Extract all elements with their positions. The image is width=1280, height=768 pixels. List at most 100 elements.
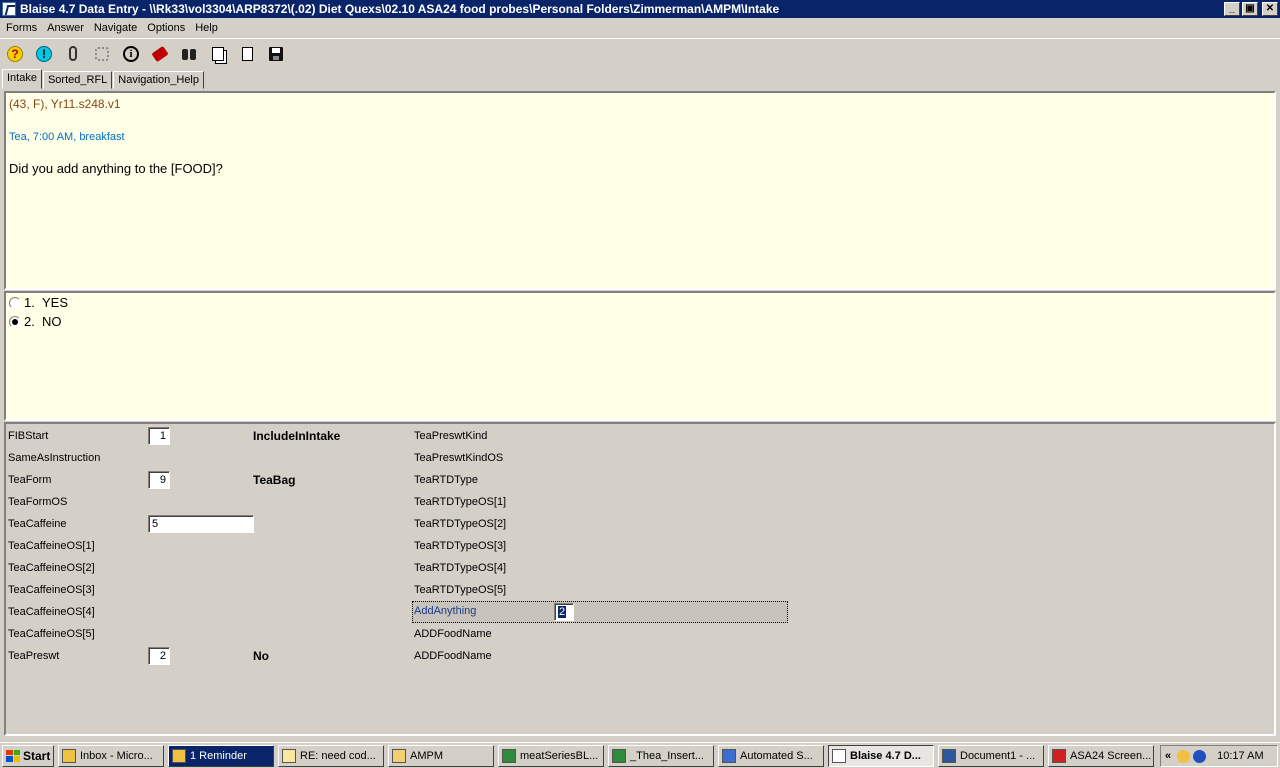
menu-forms[interactable]: Forms: [2, 22, 43, 34]
menu-answer[interactable]: Answer: [43, 22, 90, 34]
task-label: RE: need cod...: [300, 749, 376, 762]
floppy-disk-icon: [269, 46, 283, 61]
new-document-icon: [241, 46, 253, 61]
teaform-description: TeaBag: [253, 473, 296, 487]
task-pdf[interactable]: ASA24 Screen...: [1048, 744, 1154, 767]
taskbar: Start Inbox - Micro... 1 Reminder RE: ne…: [0, 742, 1280, 768]
pdf-icon: [1052, 748, 1066, 763]
browser-icon: [722, 748, 736, 763]
folder-icon: [392, 748, 406, 763]
active-field-label: AddAnything: [414, 605, 477, 617]
food-context: Tea, 7:00 AM, breakfast: [9, 131, 125, 143]
toolbar: ? ! i: [0, 38, 1280, 68]
task-blaise[interactable]: Blaise 4.7 D...: [828, 744, 934, 767]
find-button[interactable]: [178, 43, 200, 65]
disabled-tool-icon: [95, 46, 109, 61]
question-panel: (43, F), Yr11.s248.v1 Tea, 7:00 AM, brea…: [4, 91, 1276, 290]
lookup-button[interactable]: [91, 43, 113, 65]
teaform-value[interactable]: 9: [148, 471, 170, 489]
minimize-button[interactable]: _: [1224, 2, 1240, 16]
field-label: TeaCaffeineOS[2]: [8, 562, 95, 574]
new-form-button[interactable]: [236, 43, 258, 65]
addanything-input[interactable]: 2: [554, 603, 574, 621]
tray-outlook-icon[interactable]: [1177, 749, 1191, 763]
task-word[interactable]: Document1 - ...: [938, 744, 1044, 767]
field-label: TeaRTDTypeOS[3]: [414, 540, 507, 552]
field-label: TeaRTDType: [414, 474, 478, 486]
windows-logo-icon: [6, 749, 20, 762]
page-tabs: Intake Sorted_RFL Navigation_Help: [2, 69, 205, 89]
info-button[interactable]: i: [120, 43, 142, 65]
task-label: ASA24 Screen...: [1070, 749, 1152, 762]
close-button[interactable]: ✕: [1262, 2, 1278, 16]
title-bar[interactable]: Blaise 4.7 Data Entry - \\Rk33\vol3304\A…: [0, 0, 1280, 18]
bell-icon: [172, 748, 186, 763]
fibstart-description: IncludeInIntake: [253, 429, 341, 443]
mail-icon: [282, 748, 296, 763]
option-number: 1.: [24, 295, 35, 310]
clock: 10:17 AM: [1217, 750, 1264, 762]
exclamation-icon: !: [36, 45, 52, 62]
window-title: Blaise 4.7 Data Entry - \\Rk33\vol3304\A…: [20, 2, 780, 16]
start-button[interactable]: Start: [2, 744, 54, 767]
task-ampm-folder[interactable]: AMPM: [388, 744, 494, 767]
task-label: Automated S...: [740, 749, 813, 762]
tag-icon: [151, 45, 169, 62]
task-browser[interactable]: Automated S...: [718, 744, 824, 767]
option-yes[interactable]: 1. YES: [9, 295, 68, 310]
field-label: TeaCaffeineOS[4]: [8, 606, 95, 618]
task-label: 1 Reminder: [190, 749, 247, 762]
excel-icon: [502, 748, 516, 763]
system-tray: « 10:17 AM: [1160, 745, 1278, 767]
field-label: ADDFoodName: [414, 650, 492, 662]
fibstart-value[interactable]: 1: [148, 427, 170, 445]
start-label: Start: [23, 748, 51, 763]
option-no[interactable]: 2. NO: [9, 314, 62, 329]
copy-form-button[interactable]: [207, 43, 229, 65]
binoculars-icon: [181, 47, 197, 61]
radio-yes[interactable]: [9, 296, 21, 309]
field-label: TeaCaffeineOS[5]: [8, 628, 95, 640]
paperclip-icon: [69, 46, 77, 61]
excel-icon: [612, 748, 626, 763]
menu-options[interactable]: Options: [143, 22, 191, 34]
tag-button[interactable]: [149, 43, 171, 65]
menu-navigate[interactable]: Navigate: [90, 22, 143, 34]
tab-sorted-rfl[interactable]: Sorted_RFL: [42, 71, 113, 89]
task-label: Inbox - Micro...: [80, 749, 153, 762]
tray-network-icon[interactable]: [1193, 749, 1207, 763]
teacaffeine-value[interactable]: 5: [148, 515, 254, 533]
radio-no[interactable]: [9, 315, 21, 328]
answer-panel: 1. YES 2. NO: [4, 291, 1276, 421]
tray-expand-button[interactable]: «: [1165, 750, 1171, 762]
errors-button[interactable]: !: [33, 43, 55, 65]
task-excel-thea[interactable]: _Thea_Insert...: [608, 744, 714, 767]
blaise-app-icon: [2, 2, 16, 16]
task-reminder[interactable]: 1 Reminder: [168, 744, 274, 767]
menu-help[interactable]: Help: [191, 22, 224, 34]
field-label: TeaCaffeineOS[3]: [8, 584, 95, 596]
field-label: TeaForm: [8, 474, 52, 486]
option-label: NO: [42, 314, 62, 329]
option-number: 2.: [24, 314, 35, 329]
info-icon: i: [123, 45, 139, 62]
addanything-value: 2: [558, 606, 567, 618]
save-button[interactable]: [265, 43, 287, 65]
field-label: TeaFormOS: [8, 496, 68, 508]
field-label: FIBStart: [8, 430, 49, 442]
field-label: ADDFoodName: [414, 628, 492, 640]
field-label: TeaRTDTypeOS[1]: [414, 496, 507, 508]
app-window: Blaise 4.7 Data Entry - \\Rk33\vol3304\A…: [0, 0, 1280, 768]
remark-button[interactable]: [62, 43, 84, 65]
teapreswt-value[interactable]: 2: [148, 647, 170, 665]
task-inbox[interactable]: Inbox - Micro...: [58, 744, 164, 767]
tab-intake[interactable]: Intake: [2, 69, 42, 89]
help-question-button[interactable]: ?: [4, 43, 26, 65]
respondent-meta: (43, F), Yr11.s248.v1: [9, 97, 121, 111]
maximize-button[interactable]: ▣: [1242, 2, 1258, 16]
window-controls: _ ▣ ✕: [1224, 2, 1278, 16]
task-mail[interactable]: RE: need cod...: [278, 744, 384, 767]
tab-navigation-help[interactable]: Navigation_Help: [113, 71, 204, 89]
word-icon: [942, 748, 956, 763]
task-excel-meat[interactable]: meatSeriesBL...: [498, 744, 604, 767]
